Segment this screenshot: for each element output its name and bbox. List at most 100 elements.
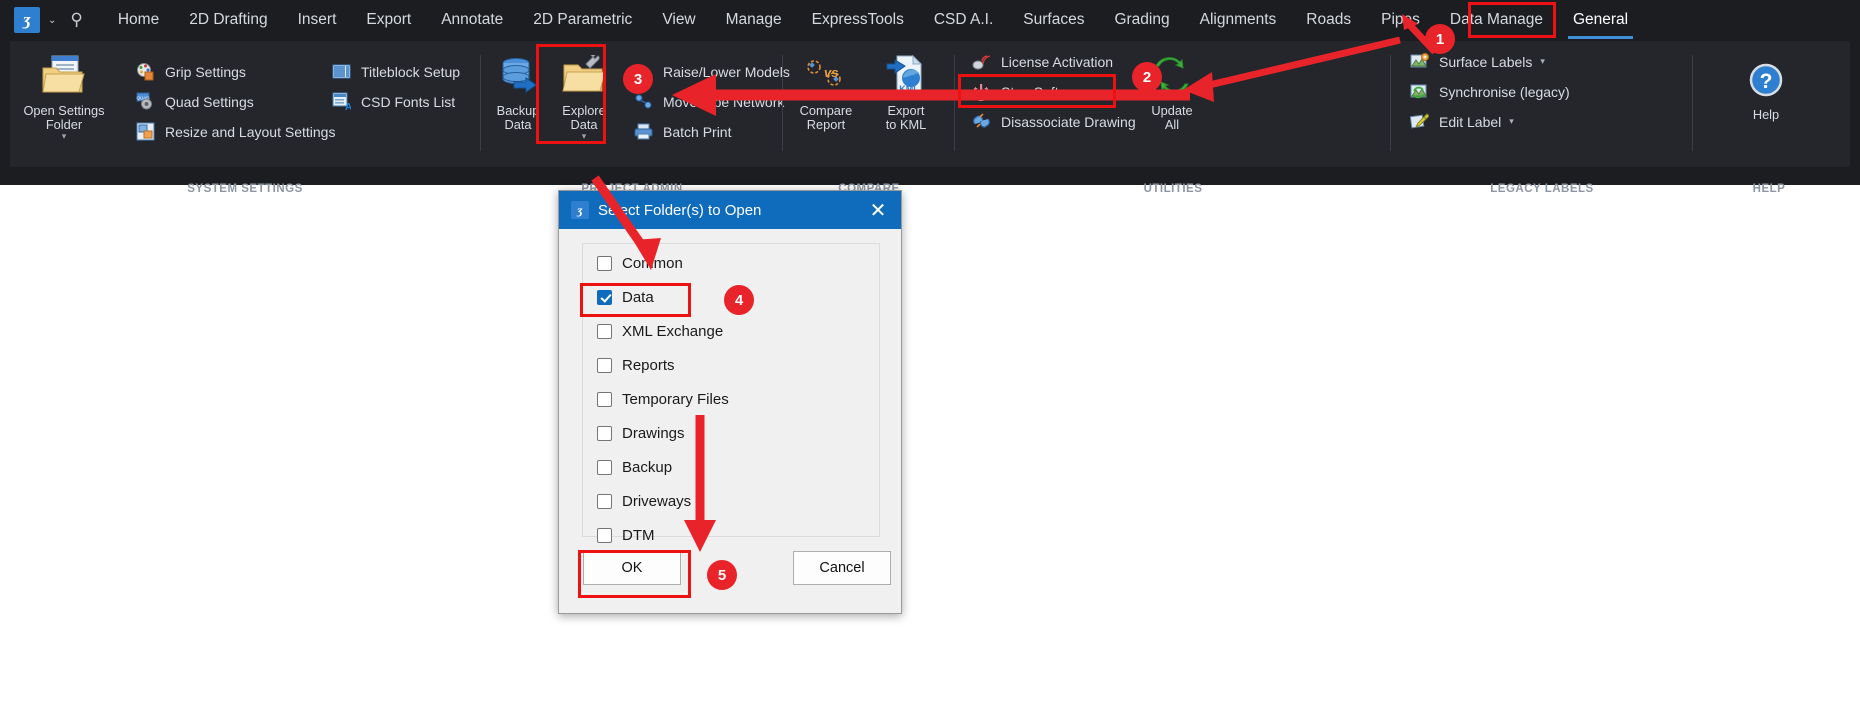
- open-settings-folder-button[interactable]: Open Settings Folder ▾: [22, 51, 106, 141]
- svg-text:A: A: [345, 102, 351, 111]
- checkbox-data[interactable]: [597, 289, 612, 305]
- checkbox-temporary-files[interactable]: [597, 391, 612, 407]
- explore-data-folder-icon: [546, 51, 622, 101]
- panel-compare: vs Compare Report KML Export to KML COMP…: [784, 41, 954, 195]
- app-logo-icon[interactable]: ʒ: [14, 7, 40, 33]
- tab-insert[interactable]: Insert: [285, 3, 350, 37]
- close-icon[interactable]: ✕: [861, 193, 895, 227]
- edit-label-button[interactable]: Edit Label ▾: [1408, 109, 1514, 134]
- checkbox-dtm[interactable]: [597, 527, 612, 543]
- open-settings-folder-label-1: Open Settings: [23, 103, 105, 118]
- edit-pencil-icon: [1408, 112, 1430, 132]
- tab-data-manage[interactable]: Data Manage: [1437, 3, 1556, 37]
- surface-labels-chevron-down-icon[interactable]: ▾: [1540, 56, 1545, 67]
- panel-divider: [954, 55, 955, 151]
- disassociate-link-icon: [970, 112, 992, 132]
- export-to-kml-button[interactable]: KML Export to KML: [864, 51, 948, 132]
- titleblock-setup-button[interactable]: Titleblock Setup: [330, 59, 460, 84]
- open-settings-folder-chevron-down-icon[interactable]: ▾: [22, 132, 106, 141]
- tab-csd-ai[interactable]: CSD A.I.: [921, 3, 1006, 37]
- checkbox-xml-exchange[interactable]: [597, 323, 612, 339]
- tab-export[interactable]: Export: [353, 3, 424, 37]
- explore-data-label-2: Data: [570, 117, 598, 132]
- tab-roads[interactable]: Roads: [1293, 3, 1364, 37]
- csd-fonts-list-button[interactable]: A CSD Fonts List: [330, 89, 455, 114]
- checkbox-row-temporary-files[interactable]: Temporary Files: [597, 384, 879, 414]
- edit-label-label: Edit Label: [1439, 113, 1502, 130]
- ribbon-tab-bar: ʒ ⌄ ⚲ Home 2D Drafting Insert Export Ann…: [0, 0, 1860, 40]
- tab-2d-drafting[interactable]: 2D Drafting: [176, 3, 280, 37]
- stop-software-button[interactable]: Stop Software: [970, 79, 1089, 104]
- checkbox-row-xml-exchange[interactable]: XML Exchange: [597, 316, 879, 346]
- tab-home[interactable]: Home: [105, 3, 172, 37]
- cancel-button[interactable]: Cancel: [793, 551, 891, 585]
- step-badge-5: 5: [707, 560, 737, 590]
- quad-settings-label: Quad Settings: [165, 93, 254, 110]
- synchronise-legacy-button[interactable]: Synchronise (legacy): [1408, 79, 1570, 104]
- panel-divider: [782, 55, 783, 151]
- ok-button[interactable]: OK: [583, 551, 681, 585]
- explore-data-button[interactable]: Explore Data ▾: [546, 51, 622, 141]
- compare-report-label-1: Compare: [799, 103, 853, 118]
- checkbox-label-driveways: Driveways: [622, 492, 692, 510]
- move-pipe-network-button[interactable]: Move Pipe Network: [632, 89, 784, 114]
- checkbox-row-driveways[interactable]: Driveways: [597, 486, 879, 516]
- checkbox-common[interactable]: [597, 255, 612, 271]
- tab-grading[interactable]: Grading: [1101, 3, 1182, 37]
- surface-labels-icon: [1408, 52, 1430, 72]
- power-icon: [970, 82, 992, 102]
- batch-print-button[interactable]: Batch Print: [632, 119, 731, 144]
- tab-general[interactable]: General: [1560, 3, 1641, 39]
- tab-pipes[interactable]: Pipes: [1368, 3, 1433, 37]
- tab-surfaces[interactable]: Surfaces: [1010, 3, 1097, 37]
- checkbox-label-data: Data: [622, 288, 654, 306]
- update-all-label-2: All: [1164, 117, 1180, 132]
- tab-2d-parametric[interactable]: 2D Parametric: [520, 3, 645, 37]
- tab-view[interactable]: View: [649, 3, 708, 37]
- explore-data-chevron-down-icon[interactable]: ▾: [546, 132, 622, 141]
- export-to-kml-label-2: to KML: [885, 117, 927, 132]
- surface-labels-button[interactable]: Surface Labels ▾: [1408, 49, 1545, 74]
- checkbox-row-common[interactable]: Common: [597, 248, 879, 278]
- resize-and-layout-settings-label: Resize and Layout Settings: [165, 123, 336, 140]
- step-badge-1: 1: [1425, 24, 1455, 54]
- resize-and-layout-settings-button[interactable]: Resize and Layout Settings: [134, 119, 335, 144]
- quad-gear-icon: QUAD: [134, 92, 156, 112]
- backup-data-button[interactable]: Backup Data: [482, 51, 554, 132]
- quad-settings-button[interactable]: QUAD Quad Settings: [134, 89, 254, 114]
- tab-annotate[interactable]: Annotate: [428, 3, 516, 37]
- panel-system-settings: Open Settings Folder ▾ Grip Settings QUA…: [10, 41, 480, 195]
- checkbox-row-reports[interactable]: Reports: [597, 350, 879, 380]
- checkbox-row-backup[interactable]: Backup: [597, 452, 879, 482]
- raise-lower-models-button[interactable]: Raise/Lower Models: [632, 59, 790, 84]
- step-badge-3: 3: [623, 64, 653, 94]
- checkbox-label-backup: Backup: [622, 458, 673, 476]
- checkbox-drawings[interactable]: [597, 425, 612, 441]
- disassociate-drawing-button[interactable]: Disassociate Drawing: [970, 109, 1136, 134]
- quick-access-chevron-down-icon[interactable]: ⌄: [48, 15, 56, 26]
- tab-manage[interactable]: Manage: [713, 3, 795, 37]
- backup-data-label-2: Data: [504, 117, 532, 132]
- checkbox-row-dtm[interactable]: DTM: [597, 520, 879, 550]
- grip-settings-button[interactable]: Grip Settings: [134, 59, 246, 84]
- tab-alignments[interactable]: Alignments: [1187, 3, 1290, 37]
- checkbox-reports[interactable]: [597, 357, 612, 373]
- panel-divider: [1692, 55, 1693, 151]
- synchronise-icon: [1408, 82, 1430, 102]
- edit-label-chevron-down-icon[interactable]: ▾: [1509, 116, 1514, 127]
- panel-title-utilities: UTILITIES: [1143, 183, 1203, 195]
- checkbox-driveways[interactable]: [597, 493, 612, 509]
- titleblock-setup-label: Titleblock Setup: [361, 63, 461, 80]
- tab-expresstools[interactable]: ExpressTools: [799, 3, 917, 37]
- checkbox-backup[interactable]: [597, 459, 612, 475]
- panel-legacy-labels: Surface Labels ▾ Synchronise (legacy) Ed…: [1392, 41, 1692, 195]
- select-folders-dialog: ʒ Select Folder(s) to Open ✕ Common Data…: [558, 190, 902, 614]
- export-kml-icon: KML: [864, 51, 948, 101]
- checkbox-row-drawings[interactable]: Drawings: [597, 418, 879, 448]
- raise-lower-models-label: Raise/Lower Models: [663, 63, 790, 80]
- license-activation-button[interactable]: License Activation: [970, 49, 1113, 74]
- help-button[interactable]: ? Help: [1724, 55, 1808, 122]
- search-icon[interactable]: ⚲: [70, 10, 82, 30]
- dialog-app-logo-icon: ʒ: [571, 201, 589, 219]
- compare-report-button[interactable]: vs Compare Report: [784, 51, 868, 132]
